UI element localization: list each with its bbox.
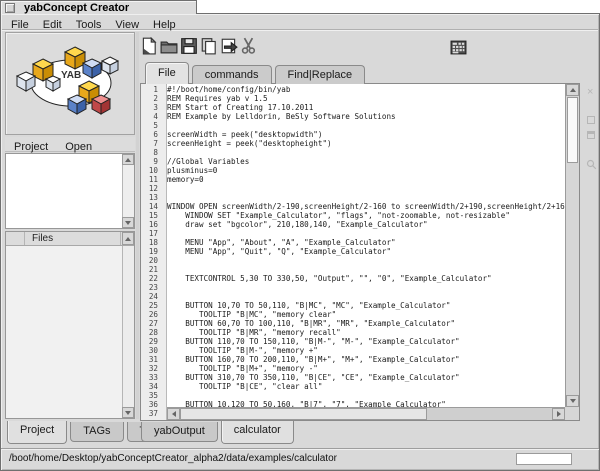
app-window: yabConcept Creator FileEditToolsViewHelp — [0, 0, 600, 471]
code-line: 11memory=0 — [141, 175, 565, 184]
sidebar-tab[interactable]: Project — [7, 421, 67, 444]
code-line: 24 — [141, 292, 565, 301]
files-list-scrollbar[interactable] — [122, 246, 134, 418]
status-progress-field — [516, 453, 572, 465]
scroll-up-icon[interactable] — [566, 84, 579, 96]
close-icon[interactable]: × — [587, 87, 593, 97]
code-line: 23 — [141, 283, 565, 292]
editor-tab[interactable]: File — [145, 62, 189, 84]
code-line: 21 — [141, 265, 565, 274]
code-line: 14WINDOW OPEN screenWidth/2-190,screenHe… — [141, 202, 565, 211]
code-line: 6screenWidth = peek("desktopwidth") — [141, 130, 565, 139]
code-line: 8 — [141, 148, 565, 157]
search-icon[interactable] — [586, 159, 597, 170]
scroll-down-icon[interactable] — [566, 395, 579, 407]
scroll-down-icon[interactable] — [122, 217, 134, 228]
code-line: 15 WINDOW SET "Example_Calculator", "fla… — [141, 211, 565, 220]
code-line: 13 — [141, 193, 565, 202]
status-bar: /boot/home/Desktop/yabConceptCreator_alp… — [1, 448, 599, 470]
output-tab[interactable]: yabOutput — [141, 422, 218, 442]
code-line: 27 BUTTON 60,70 TO 100,110, "B|MR", "MR"… — [141, 319, 565, 328]
yab-logo: YAB — [13, 45, 129, 123]
code-line: 25 BUTTON 10,70 TO 50,110, "B|MC", "MC",… — [141, 301, 565, 310]
code-line: 9//Global Variables — [141, 157, 565, 166]
logo-panel: YAB — [5, 32, 135, 135]
calculator-icon[interactable] — [450, 39, 467, 56]
menu-item[interactable]: Edit — [36, 18, 69, 32]
code-line: 30 TOOLTIP "B|M-", "memory +" — [141, 346, 565, 355]
scroll-down-icon[interactable] — [122, 407, 134, 418]
project-list[interactable] — [5, 153, 135, 229]
menu-item[interactable]: Help — [146, 18, 183, 32]
project-menu-bar: ProjectOpen — [5, 137, 135, 152]
code-line: 28 TOOLTIP "B|MR", "memory recall" — [141, 328, 565, 337]
code-line: 35 — [141, 391, 565, 400]
editor-tab-row: FilecommandsFind|Replace — [145, 62, 368, 83]
scroll-up-icon[interactable] — [122, 232, 134, 245]
files-icon-column-header[interactable] — [6, 232, 25, 245]
menu-bar: FileEditToolsViewHelp — [2, 15, 598, 30]
code-line: 4REM Example by Lelldorin, BeSly Softwar… — [141, 112, 565, 121]
files-column-header[interactable]: Files — [26, 232, 121, 245]
scrollbar-corner — [565, 407, 579, 420]
horizontal-scroll-thumb[interactable] — [180, 408, 427, 420]
code-line: 1#!/boot/home/config/bin/yab — [141, 85, 565, 94]
yab-logo-text: YAB — [61, 70, 81, 81]
vertical-scroll-thumb[interactable] — [567, 97, 578, 163]
code-line: 31 BUTTON 160,70 TO 200,110, "B|M+", "M+… — [141, 355, 565, 364]
code-text-area[interactable]: 1#!/boot/home/config/bin/yab2REM Require… — [141, 85, 565, 420]
code-line: 26 TOOLTIP "B|MC", "memory clear" — [141, 310, 565, 319]
cut-icon[interactable] — [240, 37, 258, 55]
open-folder-icon[interactable] — [160, 37, 178, 55]
menu-item[interactable]: Tools — [69, 18, 109, 32]
close-icon[interactable] — [5, 3, 15, 13]
code-line: 12 — [141, 184, 565, 193]
code-line: 17 — [141, 229, 565, 238]
code-line: 19 MENU "App", "Quit", "Q", "Example_Cal… — [141, 247, 565, 256]
window-title: yabConcept Creator — [24, 2, 129, 14]
scroll-up-icon[interactable] — [122, 154, 134, 165]
code-line: 33 BUTTON 310,70 TO 350,110, "B|CE", "CE… — [141, 373, 565, 382]
files-list[interactable]: Files — [5, 231, 135, 419]
code-line: 29 BUTTON 110,70 TO 150,110, "B|M-", "M-… — [141, 337, 565, 346]
code-line: 32 TOOLTIP "B|M+", "memory -" — [141, 364, 565, 373]
paste-icon[interactable] — [220, 37, 238, 55]
scroll-left-icon[interactable] — [167, 408, 180, 420]
code-line: 16 draw set "bgcolor", 210,180,140, "Exa… — [141, 220, 565, 229]
window-title-tab[interactable]: yabConcept Creator — [0, 0, 197, 14]
code-line: 22 TEXTCONTROL 5,30 TO 330,50, "Output",… — [141, 274, 565, 283]
new-file-icon[interactable] — [140, 37, 158, 55]
code-line: 3REM Start of Creating 17.10.2011 — [141, 103, 565, 112]
restore-window-icon[interactable] — [587, 131, 595, 139]
code-editor[interactable]: 1#!/boot/home/config/bin/yab2REM Require… — [140, 83, 580, 421]
vertical-scrollbar[interactable] — [565, 84, 579, 407]
code-line: 2REM Requires yab v 1.5 — [141, 94, 565, 103]
files-list-header: Files — [6, 232, 134, 246]
sidebar-tab[interactable]: TAGs — [70, 422, 123, 442]
output-tab[interactable]: calculator — [221, 421, 294, 444]
code-line: 20 — [141, 256, 565, 265]
menu-item[interactable]: File — [4, 18, 36, 32]
code-line: 18 MENU "App", "About", "A", "Example_Ca… — [141, 238, 565, 247]
editor-tab[interactable]: commands — [192, 65, 272, 84]
panel-splitter[interactable] — [136, 32, 139, 419]
copy-icon[interactable] — [200, 37, 218, 55]
menu-item[interactable]: View — [108, 18, 146, 32]
code-line: 10plusminus=0 — [141, 166, 565, 175]
horizontal-scrollbar[interactable] — [167, 407, 565, 420]
status-path: /boot/home/Desktop/yabConceptCreator_alp… — [9, 453, 337, 464]
maximize-icon[interactable] — [587, 116, 595, 124]
code-line: 34 TOOLTIP "B|CE", "clear all" — [141, 382, 565, 391]
scroll-right-icon[interactable] — [552, 408, 565, 420]
code-line: 5 — [141, 121, 565, 130]
code-line: 7screenHeight = peek("desktopheight") — [141, 139, 565, 148]
editor-tab[interactable]: Find|Replace — [275, 65, 366, 84]
output-tab-row: yabOutputcalculator — [141, 421, 297, 445]
save-icon[interactable] — [180, 37, 198, 55]
side-icon-strip: × — [584, 85, 598, 421]
